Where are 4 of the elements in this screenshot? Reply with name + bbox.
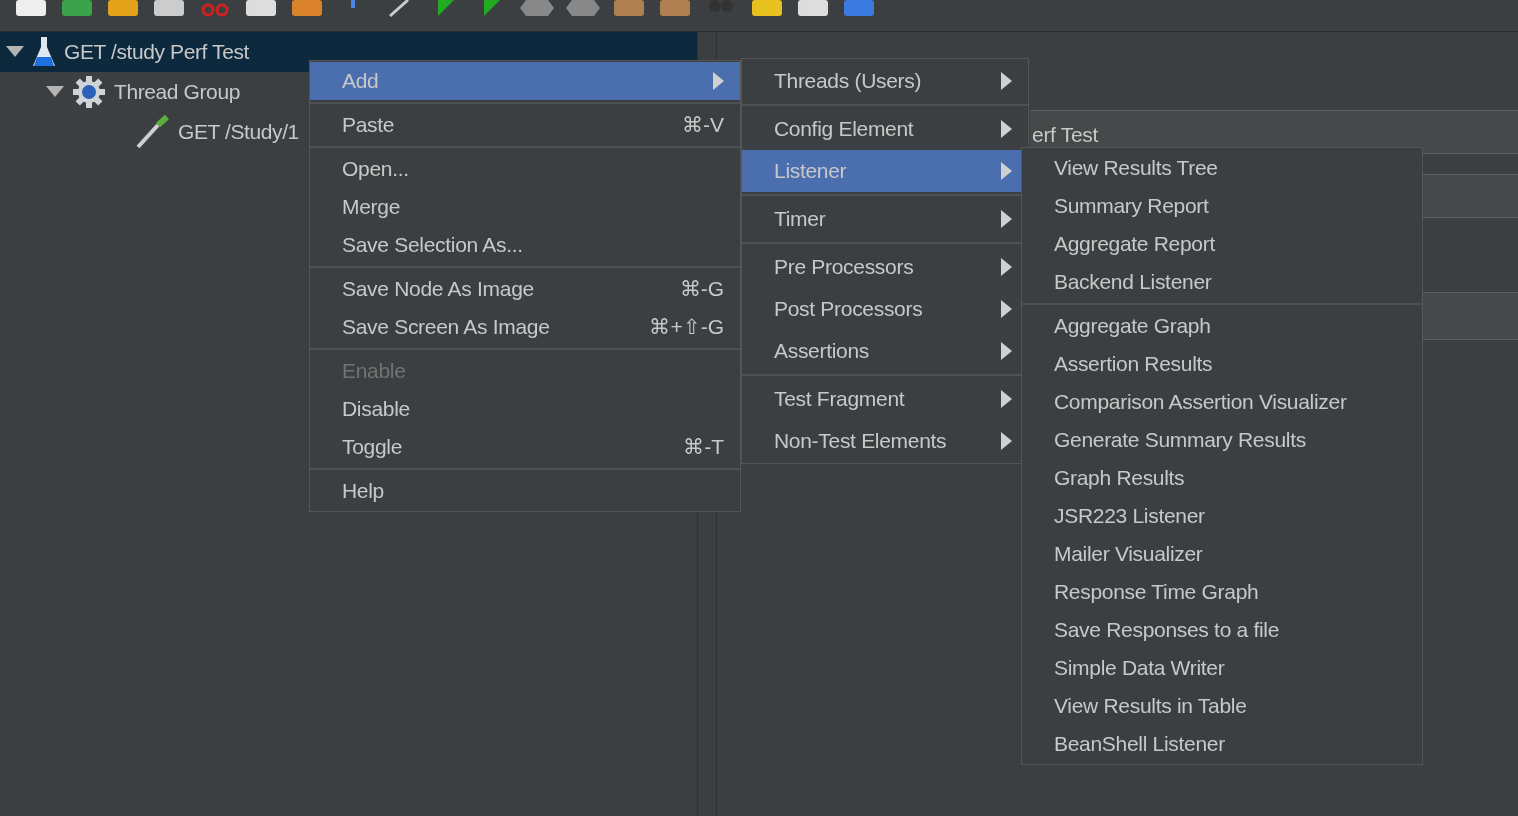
shortcut-label: ⌘-G: [678, 276, 724, 303]
shortcut-label: ⌘-V: [681, 112, 724, 139]
shortcut-label: ⌘+⇧-G: [648, 314, 724, 341]
shortcut-label: ⌘-T: [682, 434, 724, 461]
